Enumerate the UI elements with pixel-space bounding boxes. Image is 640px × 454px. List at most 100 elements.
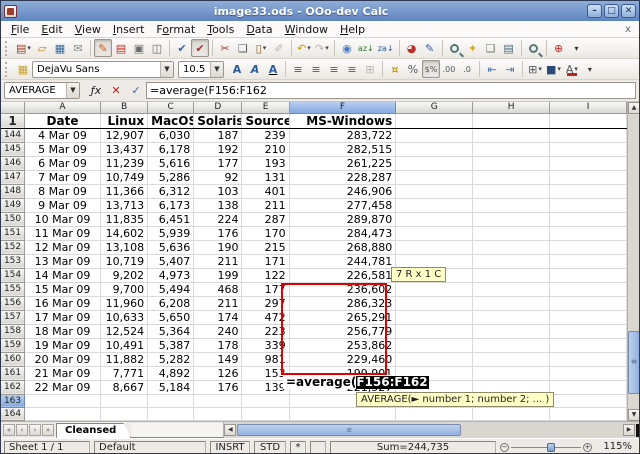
- cell[interactable]: 11,239: [100, 156, 147, 170]
- cell[interactable]: 11,835: [100, 212, 147, 226]
- chevron-down-icon[interactable]: ▼: [210, 62, 223, 77]
- cell[interactable]: 10,491: [100, 338, 147, 352]
- name-box[interactable]: AVERAGE ▼: [4, 82, 80, 99]
- close-document-icon[interactable]: x: [621, 24, 635, 35]
- row-header-157[interactable]: 157: [1, 310, 25, 324]
- cell[interactable]: [550, 240, 627, 254]
- vertical-scrollbar[interactable]: ▲ ▼: [627, 102, 639, 421]
- cell[interactable]: 20 Mar 09: [25, 352, 101, 366]
- cell[interactable]: [473, 240, 550, 254]
- cell[interactable]: [473, 282, 550, 296]
- cell[interactable]: 6,451: [148, 212, 194, 226]
- select-all-corner[interactable]: [1, 102, 25, 113]
- sort-ascending-icon[interactable]: az↓: [356, 39, 376, 57]
- menu-tools[interactable]: Tools: [201, 22, 240, 37]
- menu-edit[interactable]: Edit: [35, 22, 68, 37]
- cell[interactable]: [242, 420, 289, 421]
- cell[interactable]: [473, 310, 550, 324]
- cell[interactable]: [550, 226, 627, 240]
- cell[interactable]: 4 Mar 09: [25, 128, 101, 142]
- cell[interactable]: [100, 407, 147, 420]
- font-size-combo[interactable]: 10.5 ▼: [178, 61, 224, 78]
- cell[interactable]: [473, 296, 550, 310]
- cell[interactable]: [550, 407, 627, 420]
- maximize-button[interactable]: □: [604, 4, 619, 18]
- cell[interactable]: 5,636: [148, 240, 194, 254]
- cell[interactable]: [25, 407, 101, 420]
- cell[interactable]: [550, 170, 627, 184]
- row-header-162[interactable]: 162: [1, 380, 25, 394]
- cell[interactable]: [473, 407, 550, 420]
- cell[interactable]: Solaris: [194, 113, 242, 128]
- cell[interactable]: [396, 184, 473, 198]
- currency-format-icon[interactable]: ¤: [386, 60, 404, 78]
- cell[interactable]: [550, 128, 627, 142]
- increase-indent-icon[interactable]: ⇥: [501, 60, 519, 78]
- cell[interactable]: 226,581: [289, 268, 396, 282]
- cell[interactable]: [550, 380, 627, 394]
- cell[interactable]: [396, 212, 473, 226]
- cell[interactable]: 297: [242, 296, 289, 310]
- cell[interactable]: 981: [242, 352, 289, 366]
- horizontal-scroll-thumb[interactable]: ≡: [237, 424, 461, 436]
- cell[interactable]: [396, 324, 473, 338]
- cell[interactable]: 5 Mar 09: [25, 142, 101, 156]
- formula-input[interactable]: =average(F156:F162: [146, 82, 636, 99]
- menu-view[interactable]: View: [69, 22, 107, 37]
- cell[interactable]: [148, 394, 194, 407]
- cell[interactable]: 9,700: [100, 282, 147, 296]
- zoom-track[interactable]: [511, 447, 581, 448]
- print-icon[interactable]: ▣: [130, 39, 148, 57]
- row-header-163[interactable]: 163: [1, 394, 25, 407]
- cell[interactable]: [289, 420, 396, 421]
- bold-icon[interactable]: A: [228, 60, 246, 78]
- cell[interactable]: 283,722: [289, 128, 396, 142]
- cell[interactable]: [550, 142, 627, 156]
- cell[interactable]: [148, 407, 194, 420]
- toolbar-grip[interactable]: [5, 62, 10, 77]
- paste-icon[interactable]: ▯▾: [252, 39, 270, 57]
- align-justify-icon[interactable]: ≡: [343, 60, 361, 78]
- function-wizard-icon[interactable]: ƒx: [86, 82, 106, 100]
- cell[interactable]: 176: [194, 226, 242, 240]
- cell-edit-overlay[interactable]: =average(F156:F162: [283, 375, 429, 389]
- autospellcheck-icon[interactable]: ✔: [191, 39, 209, 57]
- chevron-down-icon[interactable]: ▾: [557, 65, 561, 73]
- menu-help[interactable]: Help: [334, 22, 371, 37]
- row-header-149[interactable]: 149: [1, 198, 25, 212]
- cell[interactable]: 11 Mar 09: [25, 226, 101, 240]
- cell[interactable]: 17 Mar 09: [25, 310, 101, 324]
- redo-icon[interactable]: ↷▾: [313, 39, 331, 57]
- cell[interactable]: 192: [194, 142, 242, 156]
- cell[interactable]: 5,286: [148, 170, 194, 184]
- cell[interactable]: 13,713: [100, 198, 147, 212]
- cell[interactable]: 12 Mar 09: [25, 240, 101, 254]
- cell[interactable]: Date: [25, 113, 101, 128]
- cell[interactable]: 6,030: [148, 128, 194, 142]
- cell[interactable]: 171: [242, 254, 289, 268]
- row-header-160[interactable]: 160: [1, 352, 25, 366]
- cell[interactable]: [473, 212, 550, 226]
- standard-format-icon[interactable]: $%: [422, 60, 440, 78]
- column-header-B[interactable]: B: [100, 102, 147, 113]
- open-icon[interactable]: ▱: [33, 39, 51, 57]
- cell[interactable]: 261,225: [289, 156, 396, 170]
- cell[interactable]: 5,616: [148, 156, 194, 170]
- cell[interactable]: [473, 142, 550, 156]
- cell[interactable]: [473, 420, 550, 421]
- cell[interactable]: 170: [242, 226, 289, 240]
- cell[interactable]: [473, 352, 550, 366]
- cell[interactable]: 6,312: [148, 184, 194, 198]
- font-name-combo[interactable]: DejaVu Sans ▼: [32, 61, 174, 78]
- sheet-next-icon[interactable]: ›: [29, 424, 41, 436]
- cell[interactable]: [100, 420, 147, 421]
- cell[interactable]: [396, 198, 473, 212]
- cell[interactable]: 6,173: [148, 198, 194, 212]
- cell[interactable]: 11,960: [100, 296, 147, 310]
- cell[interactable]: [100, 394, 147, 407]
- column-header-C[interactable]: C: [148, 102, 194, 113]
- selection-mode-field[interactable]: STD: [254, 441, 286, 454]
- cell[interactable]: 13 Mar 09: [25, 254, 101, 268]
- cell[interactable]: 236,602: [289, 282, 396, 296]
- cell[interactable]: [473, 128, 550, 142]
